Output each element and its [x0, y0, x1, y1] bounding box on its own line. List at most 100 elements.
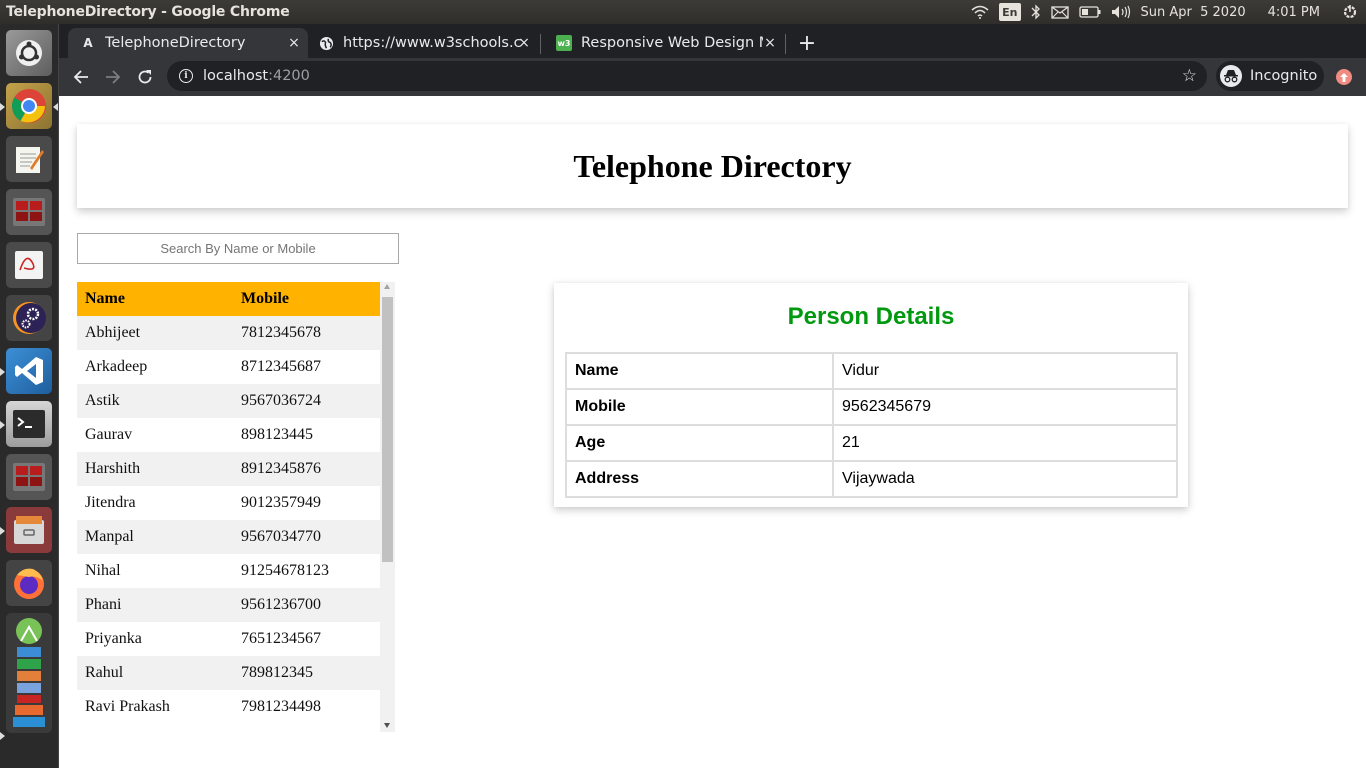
power-gear-icon[interactable]: [1342, 0, 1358, 24]
w3schools-favicon-icon: w3: [556, 35, 572, 51]
table-row[interactable]: Jitendra 9012357949: [77, 486, 380, 520]
contact-name[interactable]: Astik: [77, 384, 233, 418]
wifi-icon[interactable]: [971, 0, 989, 24]
system-indicators: En Sun Apr 5 2020 4:01 PM: [971, 0, 1366, 24]
update-available-icon[interactable]: [1336, 69, 1352, 85]
mail-icon[interactable]: [1050, 0, 1069, 24]
table-row[interactable]: Ravi Prakash 7981234498: [77, 690, 380, 724]
stacked-launcher-icons[interactable]: [6, 613, 52, 733]
tab-title: https://www.w3schools.c: [343, 35, 521, 51]
contact-name[interactable]: Harshith: [77, 452, 233, 486]
eclipse-icon[interactable]: [6, 295, 52, 341]
address-bar[interactable]: i localhost:4200 ☆: [167, 61, 1207, 91]
table-row[interactable]: Arkadeep 8712345687: [77, 350, 380, 384]
contact-mobile[interactable]: 7651234567: [233, 622, 380, 656]
contact-mobile[interactable]: 9561236700: [233, 588, 380, 622]
contact-mobile[interactable]: 7981234498: [233, 690, 380, 724]
ubuntu-dash-icon[interactable]: [6, 30, 52, 76]
contact-name[interactable]: Gaurav: [77, 418, 233, 452]
tab-telephone-directory[interactable]: A TelephoneDirectory ×: [68, 28, 308, 58]
table-row[interactable]: Manpal 9567034770: [77, 520, 380, 554]
bookmark-star-icon[interactable]: ☆: [1182, 66, 1197, 86]
globe-icon: [318, 35, 334, 51]
running-indicator: [0, 732, 5, 740]
back-button[interactable]: [67, 63, 95, 91]
incognito-profile-button[interactable]: Incognito: [1216, 61, 1324, 91]
table-row[interactable]: Abhijeet 7812345678: [77, 316, 380, 350]
detail-row: Mobile 9562345679: [565, 388, 1178, 426]
running-indicator: [0, 103, 5, 111]
contact-mobile[interactable]: 9567036724: [233, 384, 380, 418]
detail-label: Name: [565, 352, 834, 390]
vscode-icon[interactable]: [6, 348, 52, 394]
contact-name[interactable]: Nihal: [77, 554, 233, 588]
close-tab-icon[interactable]: ×: [286, 35, 302, 51]
contact-mobile[interactable]: 8912345876: [233, 452, 380, 486]
file-manager-icon[interactable]: [6, 507, 52, 553]
contact-name[interactable]: Priyanka: [77, 622, 233, 656]
scrollbar-thumb[interactable]: [382, 297, 393, 562]
contact-name[interactable]: Jitendra: [77, 486, 233, 520]
directory-list: Name Mobile Abhijeet 7812345678 Arkadeep 87…: [77, 282, 395, 732]
url-port: :4200: [268, 68, 310, 84]
reload-button[interactable]: [131, 63, 159, 91]
battery-icon[interactable]: [1078, 0, 1101, 24]
scroll-up-arrow-icon[interactable]: [384, 284, 390, 289]
contact-mobile[interactable]: 8712345687: [233, 350, 380, 384]
scroll-down-arrow-icon[interactable]: [384, 723, 390, 728]
chrome-icon[interactable]: [6, 83, 52, 129]
list-scrollbar[interactable]: [380, 282, 395, 732]
header-card: Telephone Directory: [77, 124, 1348, 208]
app-launcher: [0, 24, 59, 768]
site-info-icon[interactable]: i: [179, 69, 193, 83]
contact-name[interactable]: Abhijeet: [77, 316, 233, 350]
table-row[interactable]: Harshith 8912345876: [77, 452, 380, 486]
table-row[interactable]: Gaurav 898123445: [77, 418, 380, 452]
volume-icon[interactable]: [1111, 0, 1131, 24]
table-row[interactable]: Priyanka 7651234567: [77, 622, 380, 656]
detail-row: Name Vidur: [565, 352, 1178, 390]
directory-table-body: Abhijeet 7812345678 Arkadeep 8712345687 Asti…: [77, 316, 380, 724]
contact-name[interactable]: Manpal: [77, 520, 233, 554]
browser-toolbar: i localhost:4200 ☆ Incognito: [59, 58, 1366, 96]
firefox-icon[interactable]: [6, 560, 52, 606]
contact-mobile[interactable]: 7812345678: [233, 316, 380, 350]
text-editor-icon[interactable]: [6, 136, 52, 182]
detail-value: 21: [832, 424, 1178, 462]
terminal-icon[interactable]: [6, 401, 52, 447]
tab-w3schools[interactable]: https://www.w3schools.c ×: [308, 28, 538, 58]
window-title: TelephoneDirectory - Google Chrome: [6, 4, 290, 20]
table-row[interactable]: Rahul 789812345: [77, 656, 380, 690]
contact-name[interactable]: Ravi Prakash: [77, 690, 233, 724]
close-tab-icon[interactable]: ×: [762, 35, 778, 51]
tab-responsive-web-design[interactable]: w3 Responsive Web Design M ×: [546, 28, 784, 58]
contact-name[interactable]: Phani: [77, 588, 233, 622]
new-tab-button[interactable]: +: [794, 30, 820, 56]
contact-mobile[interactable]: 789812345: [233, 656, 380, 690]
contact-name[interactable]: Rahul: [77, 656, 233, 690]
table-row[interactable]: Astik 9567036724: [77, 384, 380, 418]
tab-title: TelephoneDirectory: [105, 35, 246, 51]
contact-name[interactable]: Arkadeep: [77, 350, 233, 384]
contact-mobile[interactable]: 898123445: [233, 418, 380, 452]
close-tab-icon[interactable]: ×: [516, 35, 532, 51]
column-header-name: Name: [77, 282, 233, 316]
workspace-switcher-icon-2[interactable]: [6, 454, 52, 500]
search-input[interactable]: [77, 233, 399, 264]
keyboard-layout-indicator[interactable]: En: [999, 3, 1021, 21]
contact-mobile[interactable]: 91254678123: [233, 554, 380, 588]
person-details-table: Name Vidur Mobile 9562345679 Age 21 Address Vij…: [565, 352, 1178, 498]
contact-mobile[interactable]: 9567034770: [233, 520, 380, 554]
system-top-bar: TelephoneDirectory - Google Chrome En Su…: [0, 0, 1366, 24]
incognito-icon: [1220, 65, 1242, 87]
forward-button[interactable]: [99, 63, 127, 91]
document-viewer-icon[interactable]: [6, 242, 52, 288]
bluetooth-icon[interactable]: [1031, 0, 1041, 24]
table-row[interactable]: Phani 9561236700: [77, 588, 380, 622]
date-indicator[interactable]: Sun Apr 5 2020: [1141, 0, 1246, 24]
workspace-switcher-icon[interactable]: [6, 189, 52, 235]
clock-indicator[interactable]: 4:01 PM: [1268, 0, 1320, 24]
contact-mobile[interactable]: 9012357949: [233, 486, 380, 520]
table-row[interactable]: Nihal 91254678123: [77, 554, 380, 588]
running-indicator: [0, 368, 5, 376]
